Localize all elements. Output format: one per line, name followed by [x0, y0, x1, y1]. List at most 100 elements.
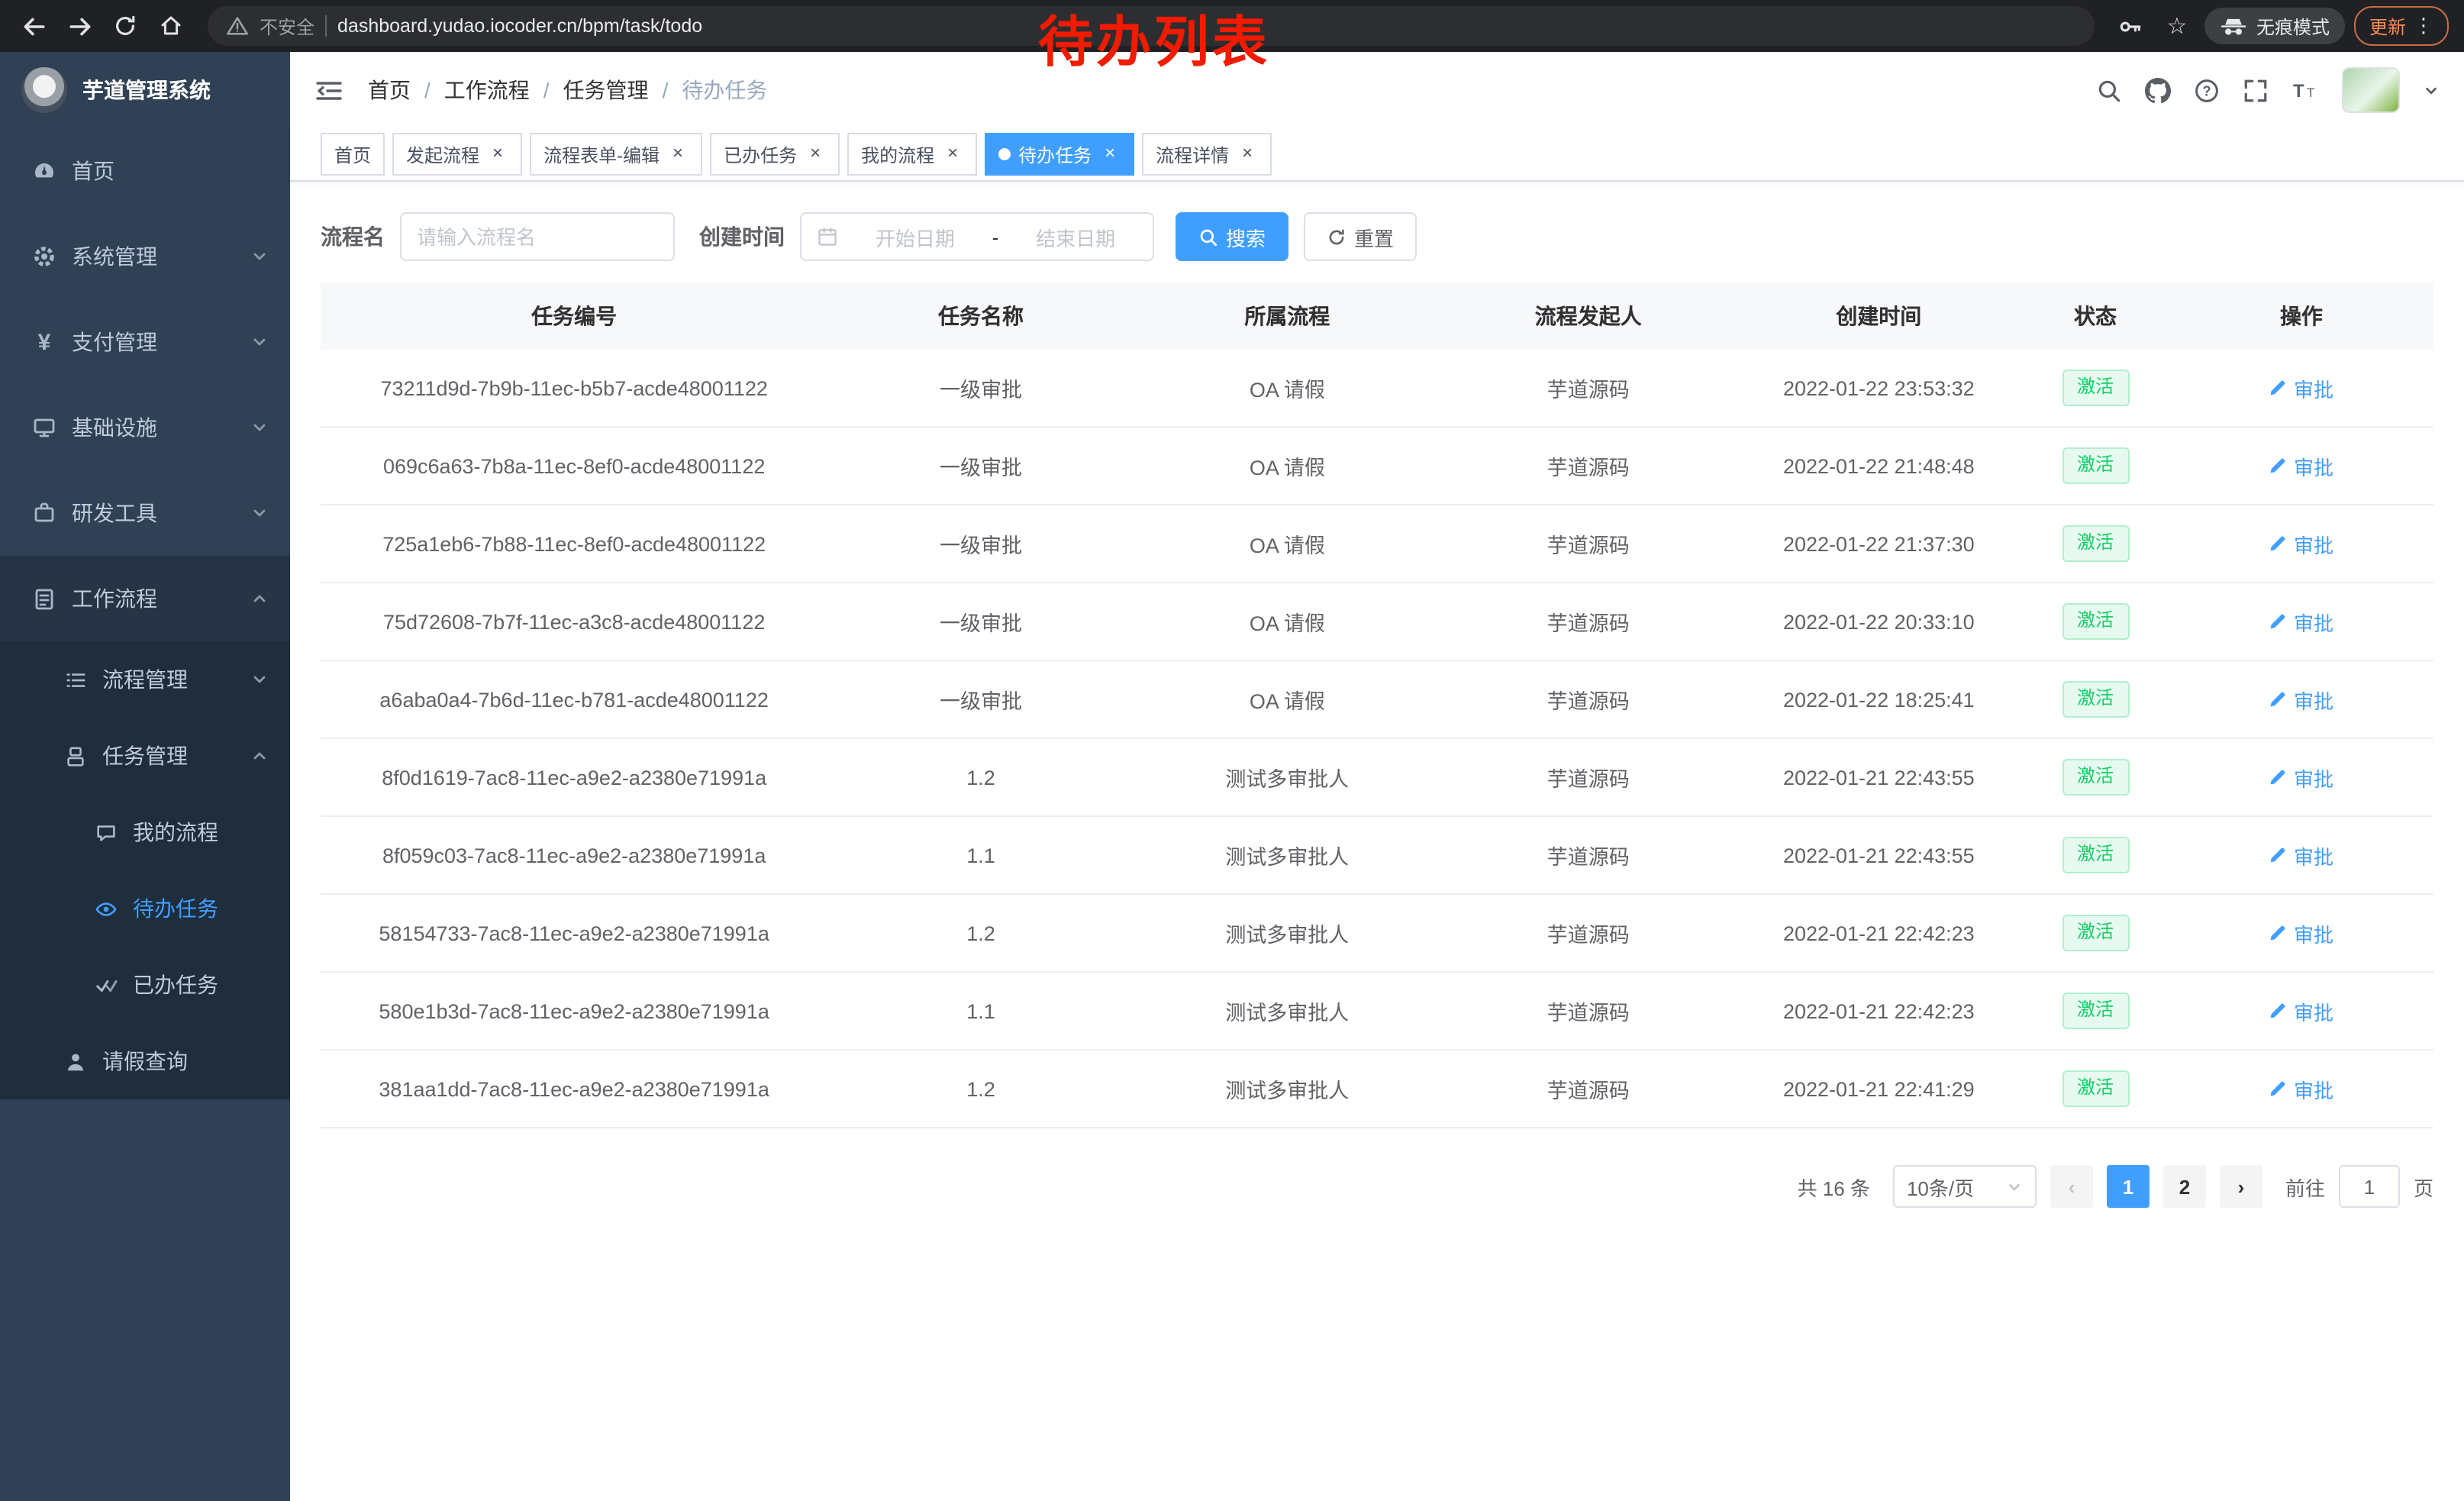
approve-link-label: 审批	[2294, 1074, 2333, 1103]
breadcrumb: 首页 工作流程 任务管理 待办任务	[368, 75, 767, 105]
help-icon[interactable]: ?	[2194, 77, 2220, 103]
sidebar-item-my-process[interactable]: 我的流程	[0, 794, 290, 870]
edit-icon	[2269, 924, 2288, 942]
page-button-1[interactable]: 1	[2107, 1165, 2150, 1208]
table-row: 8f0d1619-7ac8-11ec-a9e2-a2380e71991a 1.2…	[321, 738, 2433, 816]
approve-link-label: 审批	[2294, 685, 2333, 714]
process-name-input[interactable]	[400, 212, 675, 261]
search-icon[interactable]	[2096, 77, 2122, 103]
end-date-placeholder: 结束日期	[1014, 222, 1137, 251]
tab[interactable]: 待办任务 ×	[985, 133, 1134, 176]
column-header: 操作	[2169, 282, 2433, 350]
back-icon[interactable]	[15, 8, 52, 44]
close-icon[interactable]: ×	[1099, 144, 1121, 165]
address-bar[interactable]: 不安全 dashboard.yudao.iocoder.cn/bpm/task/…	[208, 6, 2095, 46]
approve-link[interactable]: 审批	[2269, 451, 2333, 480]
sidebar-item-devtools[interactable]: 研发工具	[0, 470, 290, 556]
task-table: 任务编号任务名称所属流程流程发起人创建时间状态操作 73211d9d-7b9b-…	[321, 282, 2433, 1128]
tab[interactable]: 流程详情 ×	[1142, 133, 1272, 176]
sidebar-item-infrastructure[interactable]: 基础设施	[0, 385, 290, 470]
table-header-row: 任务编号任务名称所属流程流程发起人创建时间状态操作	[321, 282, 2433, 350]
status-badge: 激活	[2062, 1070, 2129, 1106]
sidebar-item-done-tasks[interactable]: 已办任务	[0, 947, 290, 1023]
approve-link[interactable]: 审批	[2269, 529, 2333, 558]
github-icon[interactable]	[2145, 77, 2171, 103]
cell-status: 激活	[2021, 427, 2169, 505]
tab[interactable]: 流程表单-编辑 ×	[530, 133, 702, 176]
status-badge: 激活	[2062, 915, 2129, 951]
update-button[interactable]: 更新 ⋮	[2354, 6, 2449, 46]
page-size-select[interactable]: 10条/页	[1893, 1165, 2037, 1208]
breadcrumb-current: 待办任务	[682, 75, 767, 105]
breadcrumb-task-management[interactable]: 任务管理	[563, 75, 682, 105]
tab[interactable]: 我的流程 ×	[847, 133, 977, 176]
approve-link[interactable]: 审批	[2269, 918, 2333, 947]
app-title: 芋道管理系统	[82, 75, 211, 105]
tab[interactable]: 发起流程 ×	[392, 133, 522, 176]
avatar[interactable]	[2342, 67, 2400, 113]
home-icon[interactable]	[153, 8, 189, 44]
key-icon[interactable]	[2113, 8, 2150, 44]
close-icon[interactable]: ×	[1237, 144, 1258, 165]
reset-button[interactable]: 重置	[1304, 212, 1417, 261]
approve-link[interactable]: 审批	[2269, 1074, 2333, 1103]
tab[interactable]: 已办任务 ×	[710, 133, 840, 176]
cell-task-name: 1.2	[827, 1050, 1134, 1128]
breadcrumb-home[interactable]: 首页	[368, 75, 444, 105]
cell-action: 审批	[2169, 972, 2433, 1050]
sidebar-item-workflow[interactable]: 工作流程	[0, 556, 290, 641]
cell-process: 测试多审批人	[1134, 738, 1440, 816]
refresh-icon	[1327, 227, 1346, 247]
cell-status: 激活	[2021, 350, 2169, 427]
cell-initiator: 芋道源码	[1440, 583, 1737, 660]
refresh-icon[interactable]	[107, 8, 144, 44]
sidebar-item-leave-query[interactable]: 请假查询	[0, 1023, 290, 1099]
star-icon[interactable]: ☆	[2159, 8, 2195, 44]
tab[interactable]: 首页	[321, 133, 385, 176]
close-icon[interactable]: ×	[942, 144, 963, 165]
date-separator: -	[992, 225, 999, 248]
security-warning-label: 不安全	[260, 13, 314, 39]
fullscreen-icon[interactable]	[2243, 77, 2269, 103]
not-secure-warning-icon	[226, 15, 249, 37]
search-button[interactable]: 搜索	[1176, 212, 1288, 261]
cell-task-id: 8f059c03-7ac8-11ec-a9e2-a2380e71991a	[321, 816, 827, 894]
page-button-2[interactable]: 2	[2163, 1165, 2206, 1208]
close-icon[interactable]: ×	[805, 144, 826, 165]
chevron-down-icon[interactable]	[2423, 82, 2440, 98]
close-icon[interactable]: ×	[667, 144, 689, 165]
next-page-button[interactable]: ›	[2220, 1165, 2262, 1208]
prev-page-button[interactable]: ‹	[2050, 1165, 2093, 1208]
incognito-badge: 无痕模式	[2204, 8, 2345, 44]
approve-link[interactable]: 审批	[2269, 841, 2333, 870]
create-time-label: 创建时间	[699, 221, 785, 252]
sidebar-item-home[interactable]: 首页	[0, 128, 290, 214]
goto-page-input[interactable]	[2339, 1165, 2400, 1208]
close-icon[interactable]: ×	[487, 144, 508, 165]
approve-link[interactable]: 审批	[2269, 607, 2333, 636]
chevron-down-icon	[250, 670, 269, 689]
sidebar-item-system[interactable]: 系统管理	[0, 214, 290, 299]
sidebar-item-todo-tasks[interactable]: 待办任务	[0, 870, 290, 947]
sidebar-item-process-management[interactable]: 流程管理	[0, 641, 290, 718]
status-badge: 激活	[2062, 993, 2129, 1028]
tabs-bar: 首页 发起流程 × 流程表单-编辑 × 已办任务 × 我的流程 × 待办任务 ×…	[290, 128, 2464, 182]
sidebar-item-task-management[interactable]: 任务管理	[0, 718, 290, 794]
sidebar-item-payment[interactable]: ¥ 支付管理	[0, 299, 290, 385]
edit-icon	[2269, 768, 2288, 786]
breadcrumb-workflow[interactable]: 工作流程	[444, 75, 563, 105]
forward-icon[interactable]	[61, 8, 98, 44]
table-row: 725a1eb6-7b88-11ec-8ef0-acde48001122 一级审…	[321, 505, 2433, 583]
table-row: 069c6a63-7b8a-11ec-8ef0-acde48001122 一级审…	[321, 427, 2433, 505]
tab-label: 我的流程	[861, 141, 934, 167]
approve-link[interactable]: 审批	[2269, 996, 2333, 1025]
table-row: 58154733-7ac8-11ec-a9e2-a2380e71991a 1.2…	[321, 894, 2433, 972]
approve-link[interactable]: 审批	[2269, 763, 2333, 792]
approve-link[interactable]: 审批	[2269, 685, 2333, 714]
browser-menu-icon[interactable]: ⋮	[2414, 14, 2433, 38]
date-range-picker[interactable]: 开始日期 - 结束日期	[800, 212, 1154, 261]
approve-link[interactable]: 审批	[2269, 373, 2333, 402]
sidebar-toggle-icon[interactable]	[314, 77, 343, 103]
font-size-icon[interactable]: TT	[2291, 78, 2319, 102]
status-badge: 激活	[2062, 837, 2129, 873]
